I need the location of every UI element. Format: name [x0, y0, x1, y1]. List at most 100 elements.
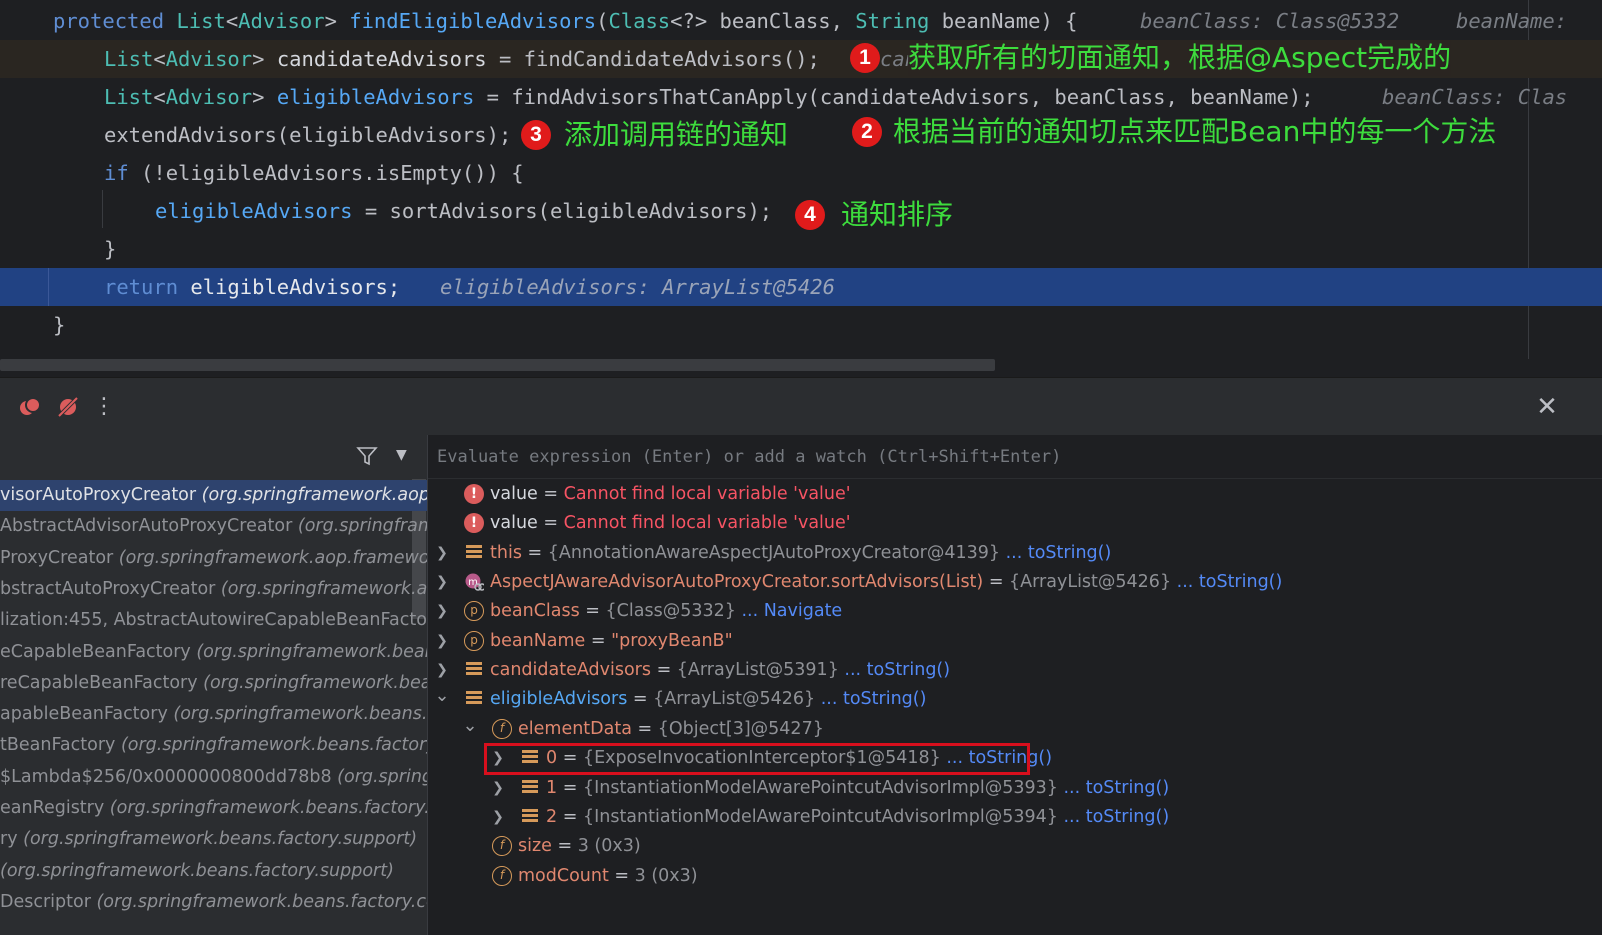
inline-action-link[interactable]: ... toString() — [839, 660, 950, 680]
code-line-8-execution-point[interactable]: return eligibleAdvisors; eligibleAdvisors… — [0, 268, 1602, 306]
variable-name: candidateAdvisors — [490, 660, 651, 681]
frame-method: reCapableBeanFactory — [0, 672, 204, 693]
code-editor[interactable]: protected List<Advisor> findEligibleAdvi… — [0, 0, 1602, 377]
variable-name: 2 — [546, 806, 558, 827]
stack-frame[interactable]: (org.springframework.beans.factory.suppo… — [0, 856, 428, 887]
more-options-icon[interactable]: ⋮ — [92, 378, 116, 436]
frame-package: (org.springframework.beans.factory. — [120, 735, 428, 756]
stack-frame[interactable]: Descriptor (org.springframework.beans.fa… — [0, 887, 428, 918]
chevron-down-icon[interactable]: ⌄ — [462, 715, 478, 737]
variable-content: value = Cannot find local variable 'valu… — [490, 480, 851, 509]
variable-row[interactable]: ⌄ eligibleAdvisors = {ArrayList@5426} ...… — [428, 685, 1598, 714]
close-icon[interactable]: ✕ — [1532, 378, 1562, 436]
parameter-icon: p — [464, 601, 484, 622]
variable-content: beanClass = {Class@5332} ... Navigate — [490, 597, 842, 626]
equals-sign: = — [521, 542, 548, 563]
variable-row[interactable]: ! value = Cannot find local variable 'val… — [428, 480, 1598, 509]
inline-action-link[interactable]: ... toString() — [1000, 543, 1112, 563]
inline-action-link[interactable]: ... toString() — [1171, 572, 1283, 592]
variable-row[interactable]: ❯ 1 = {InstantiationModelAwarePointcutAdv… — [428, 774, 1598, 803]
variable-content: modCount = 3 (0x3) — [518, 862, 698, 891]
variable-row[interactable]: ❯ candidateAdvisors = {ArrayList@5391} ..… — [428, 656, 1598, 685]
variable-content: value = Cannot find local variable 'valu… — [490, 509, 851, 538]
frame-package: (org.springframework.beans.factory.con — [96, 891, 428, 912]
equals-sign: = — [557, 777, 583, 798]
parameter-icon: p — [464, 630, 484, 651]
stack-frame[interactable]: visorAutoProxyCreator (org.springframewo… — [0, 480, 428, 511]
variable-content: eligibleAdvisors = {ArrayList@5426} ... … — [490, 685, 926, 714]
variable-row[interactable]: f modCount = 3 (0x3) — [428, 862, 1598, 891]
stack-frame[interactable]: AbstractAdvisorAutoProxyCreator (org.spr… — [0, 511, 428, 542]
error-icon: ! — [464, 513, 484, 534]
stack-frame[interactable]: ProxyCreator (org.springframework.aop.fr… — [0, 543, 428, 574]
frame-package: (org.springframework.beans.factory.s — [109, 798, 428, 818]
chevron-right-icon[interactable]: ❯ — [434, 627, 450, 656]
chevron-down-icon[interactable]: ⌄ — [434, 685, 450, 707]
stack-frame[interactable]: eanRegistry (org.springframework.beans.f… — [0, 793, 428, 824]
inline-hint: eligibleAdvisors: ArrayList@5426 — [440, 275, 835, 299]
evaluate-expression-input[interactable]: Evaluate expression (Enter) or add a wat… — [428, 435, 1602, 479]
variable-value: {Class@5332} — [605, 601, 736, 622]
chevron-right-icon[interactable]: ❯ — [434, 568, 450, 597]
variable-value: {InstantiationModelAwarePointcutAdvisorI… — [582, 806, 1058, 827]
inline-action-link[interactable]: ... Navigate — [736, 601, 842, 621]
stack-frame[interactable]: bstractAutoProxyCreator (org.springframe… — [0, 574, 428, 605]
equals-sign: = — [627, 689, 654, 710]
variable-row[interactable]: f size = 3 (0x3) — [428, 832, 1598, 861]
code-line-1[interactable]: protected List<Advisor> findEligibleAdvi… — [0, 2, 1602, 40]
filter-icon[interactable] — [356, 445, 378, 471]
editor-horizontal-scrollbar[interactable] — [0, 359, 995, 371]
code-line-5[interactable]: if (!eligibleAdvisors.isEmpty()) { — [0, 154, 1602, 192]
view-breakpoints-icon[interactable] — [14, 378, 46, 436]
chevron-right-icon[interactable]: ❯ — [434, 656, 450, 685]
chevron-right-icon[interactable]: ❯ — [490, 803, 506, 832]
stack-frame[interactable]: lization:455, AbstractAutowireCapableBea… — [0, 605, 428, 636]
stack-frame[interactable]: eCapableBeanFactory (org.springframework… — [0, 637, 428, 668]
stack-frame[interactable]: $Lambda$256/0x0000000800dd78b8 (org.spri… — [0, 762, 428, 793]
inline-action-link[interactable]: ... toString() — [1058, 778, 1169, 798]
chevron-right-icon[interactable]: ❯ — [490, 774, 506, 803]
frame-method: ry — [0, 829, 24, 850]
variable-value: 3 (0x3) — [577, 836, 641, 857]
variable-row[interactable]: ❯ m AspectJAwareAdvisorAutoProxyCreator.so… — [428, 568, 1598, 597]
frame-package: (org.springframework.beans.factory.suppo… — [0, 860, 394, 881]
variable-row[interactable]: ⌄ f elementData = {Object[3]@5427} — [428, 715, 1598, 744]
variable-value: {ArrayList@5426} — [1009, 572, 1172, 593]
frame-package: (org.springframe — [297, 516, 428, 537]
string-value: "proxyBeanB" — [611, 630, 733, 651]
frame-package: (org.springframework.aop.framewor — [118, 547, 428, 568]
error-message: Cannot find local variable 'value' — [563, 513, 851, 534]
variable-content: size = 3 (0x3) — [518, 832, 641, 861]
code-line-3[interactable]: List<Advisor> eligibleAdvisors = findAdv… — [0, 78, 1602, 116]
svg-text:m: m — [468, 577, 478, 588]
frame-package: (org.springframework.beans.fa — [173, 704, 428, 725]
field-icon: f — [492, 836, 512, 857]
annotation-text-4: 通知排序 — [841, 198, 954, 231]
chevron-down-icon[interactable]: ▼ — [396, 447, 407, 463]
mute-breakpoints-icon[interactable] — [52, 378, 84, 436]
variable-row[interactable]: ❯ this = {AnnotationAwareAspectJAutoProxy… — [428, 539, 1598, 568]
code-line-7[interactable]: } — [0, 230, 1602, 268]
chevron-right-icon[interactable]: ❯ — [434, 597, 450, 626]
frame-package: (org.springframework.beans — [196, 641, 428, 662]
frame-method: $Lambda$256/0x0000000800dd78b8 — [0, 766, 338, 787]
stack-frame[interactable]: tBeanFactory (org.springframework.beans.… — [0, 730, 428, 761]
variable-row[interactable]: ❯ 2 = {InstantiationModelAwarePointcutAdv… — [428, 803, 1598, 832]
equals-sign: = — [537, 513, 564, 534]
stack-frame[interactable]: reCapableBeanFactory (org.springframewor… — [0, 668, 428, 699]
variable-row[interactable]: ❯ p beanClass = {Class@5332} ... Navigate — [428, 597, 1598, 626]
variable-content: candidateAdvisors = {ArrayList@5391} ...… — [490, 656, 950, 685]
variable-row[interactable]: ! value = Cannot find local variable 'val… — [428, 509, 1598, 538]
variable-content: 2 = {InstantiationModelAwarePointcutAdvi… — [546, 803, 1169, 832]
inline-action-link[interactable]: ... toString() — [1058, 807, 1169, 827]
object-icon — [464, 689, 484, 709]
variable-row[interactable]: ❯ p beanName = "proxyBeanB" — [428, 627, 1598, 656]
chevron-right-icon[interactable]: ❯ — [434, 539, 450, 568]
frame-package: (org.springfr — [337, 766, 428, 787]
frame-package: (org.springframework.beans.factory.suppo… — [23, 829, 418, 850]
stack-frame[interactable]: ry (org.springframework.beans.factory.su… — [0, 824, 428, 855]
stack-frame[interactable]: apableBeanFactory (org.springframework.b… — [0, 699, 428, 730]
code-line-9[interactable]: } — [0, 306, 1602, 344]
inline-action-link[interactable]: ... toString() — [815, 689, 927, 709]
equals-sign: = — [557, 806, 583, 827]
